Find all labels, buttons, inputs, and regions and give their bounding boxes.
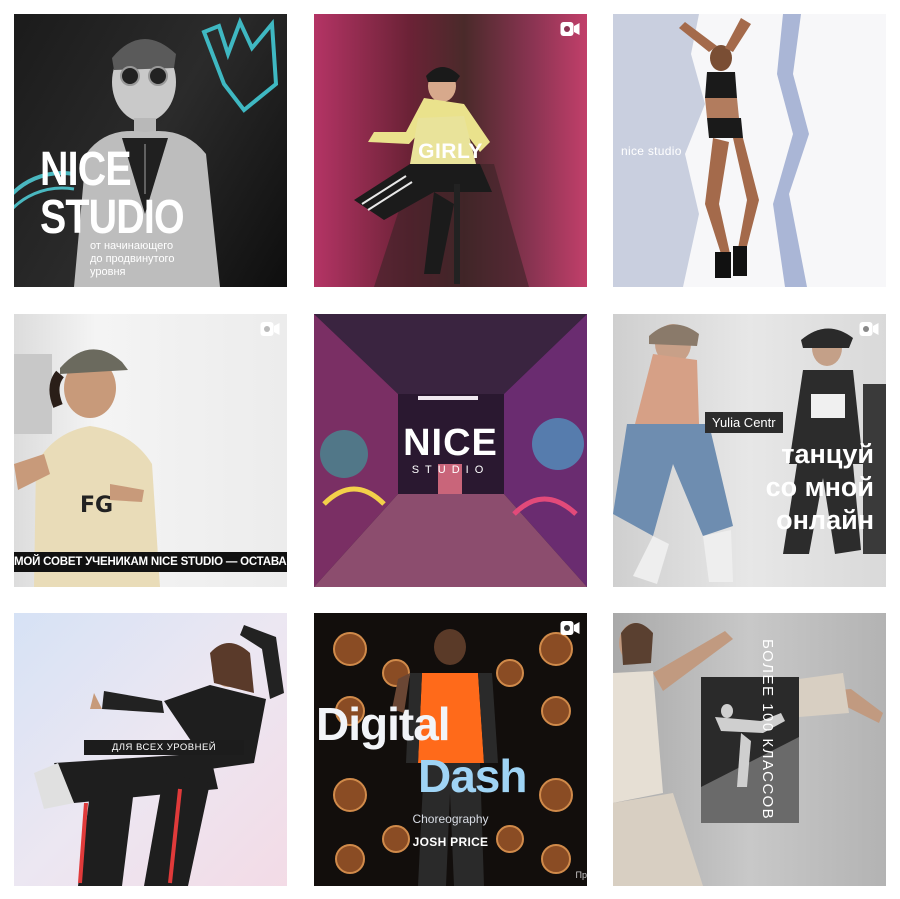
subtitle-line-3: уровня [90,266,126,278]
title-word-2: Dash [418,750,527,802]
headline-line-2: со мной [765,472,874,502]
author: JOSH PRICE [412,835,489,849]
caption-strip: МОЙ СОВЕТ УЧЕНИКАМ NICE STUDIO — ОСТАВАЙ… [14,552,287,572]
inset-photo [701,677,799,823]
video-camera-icon [859,322,879,336]
title-word-1: Digital [316,698,451,750]
post-tile-7[interactable]: ДЛЯ ВСЕХ УРОВНЕЙ [14,613,287,886]
corner-text: Пр [575,870,587,880]
post-grid: NICE STUDIO от начинающего до продвинуто… [0,0,900,899]
photo-dancer-cap: FG [14,349,160,587]
subtitle-line-1: от начинающего [90,240,174,252]
video-camera-icon [260,322,280,336]
vertical-caption: БОЛЕЕ 100 КЛАССОВ [759,639,776,821]
caption: GIRLY [418,140,483,163]
shirt-text: FG [80,493,113,518]
subtitle: STUDIO [411,464,490,476]
headline: танцуй со мной онлайн [766,438,874,537]
post-tile-3[interactable]: nice studio [613,14,886,287]
headline-line-3: онлайн [776,505,874,535]
post-tile-9[interactable]: БОЛЕЕ 100 КЛАССОВ [613,613,886,886]
subtitle-line-2: до продвинутого [90,253,175,265]
video-camera-icon [560,22,580,36]
title-line-1: NICE [40,143,132,196]
post-tile-8[interactable]: Digital Dash Choreography JOSH PRICE Пр [314,613,587,886]
inset-dancer [701,677,799,823]
caption: nice studio [621,144,682,158]
post-tile-2[interactable]: GIRLY [314,14,587,287]
post-tile-1[interactable]: NICE STUDIO от начинающего до продвинуто… [14,14,287,287]
subtitle: Choreography [412,812,489,826]
post-tile-6[interactable]: Yulia Centr танцуй со мной онлайн [613,314,886,587]
caption-label: ДЛЯ ВСЕХ УРОВНЕЙ [84,740,244,755]
title-line-2: STUDIO [40,191,185,244]
name-tag: Yulia Centr [705,412,783,433]
title: NICE [403,422,498,464]
headline-line-1: танцуй [781,439,874,469]
video-camera-icon [560,621,580,635]
subtitle: от начинающего до продвинутого уровня [90,240,174,279]
post-tile-4[interactable]: FG МОЙ СОВЕТ УЧЕНИКАМ NICE STUDIO — ОСТА… [14,314,287,587]
post-tile-5[interactable]: NICE STUDIO [314,314,587,587]
